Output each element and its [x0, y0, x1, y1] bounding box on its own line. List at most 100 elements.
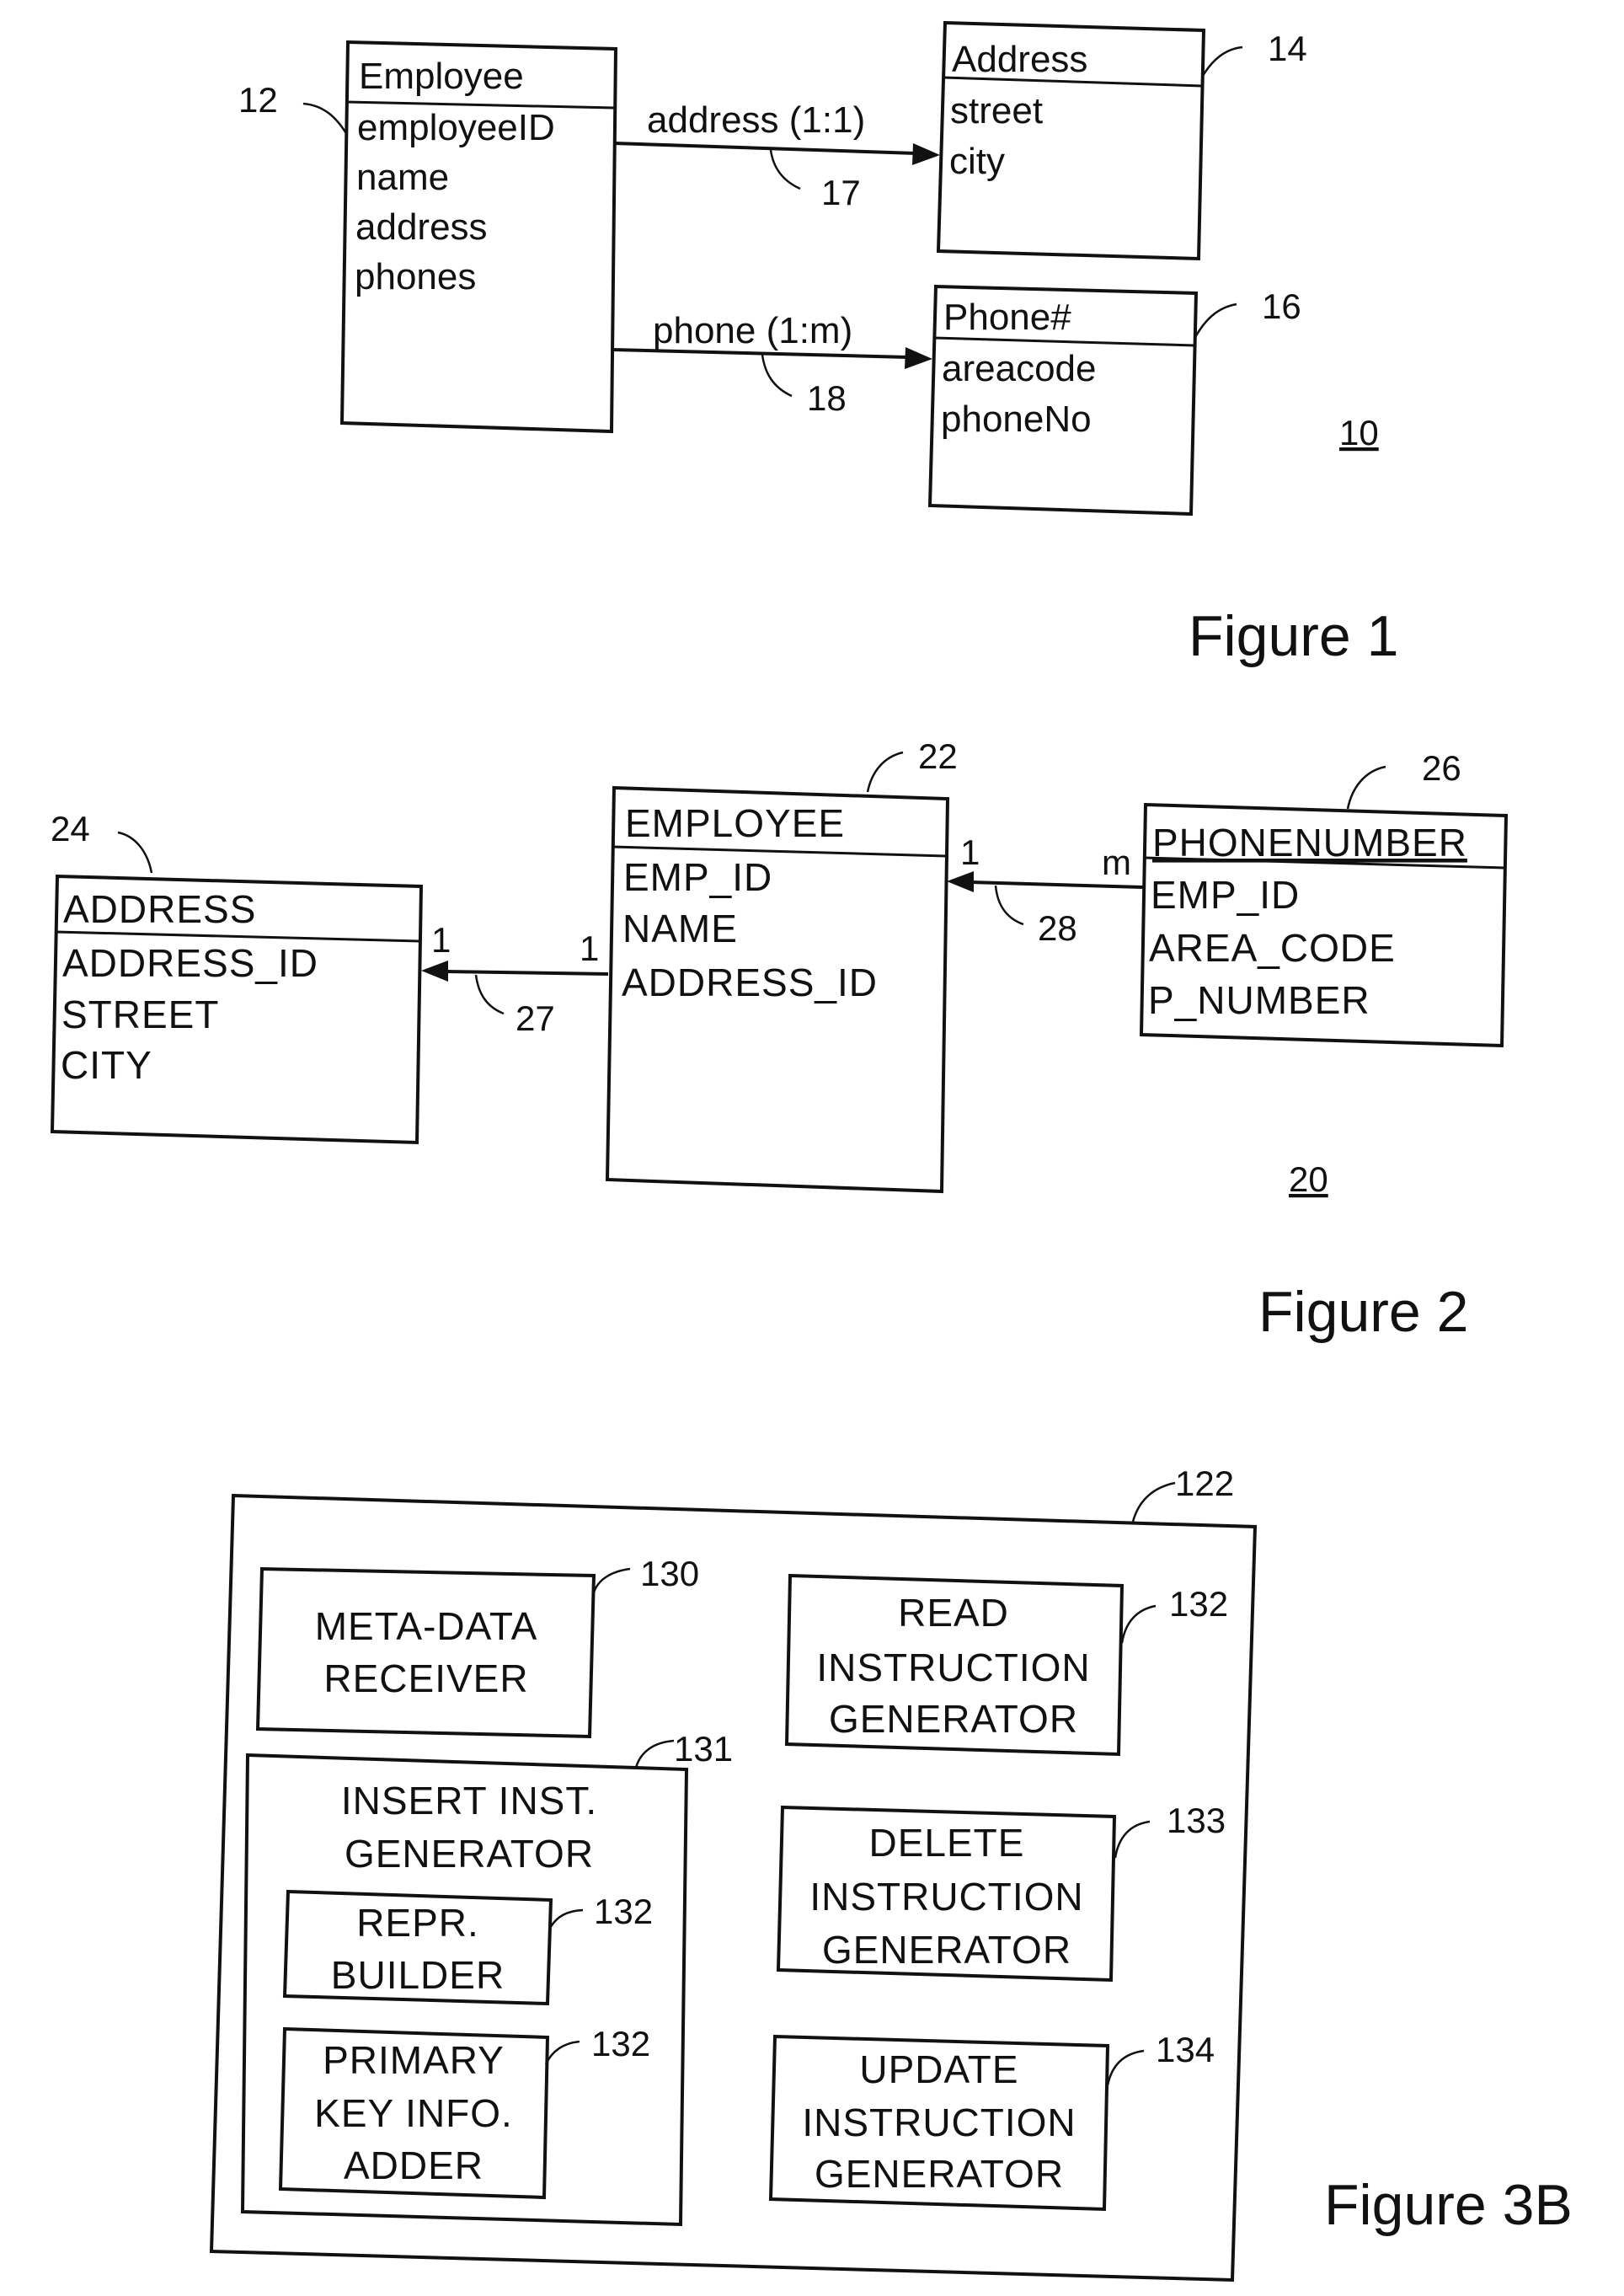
figure-3b: 122 META-DATA RECEIVER 130 INSERT INST. …	[209, 1464, 1573, 2283]
module-read-generator-label: GENERATOR	[829, 1697, 1078, 1741]
entity-employee-field: address	[355, 206, 488, 248]
entity-phone-field: areacode	[942, 348, 1096, 389]
table-address: ADDRESS ADDRESS_ID STREET CITY 24	[50, 809, 424, 1145]
module-update-generator-label: GENERATOR	[815, 2152, 1064, 2196]
entity-address-field: street	[950, 90, 1043, 131]
relation-employee-address: 1 1 27	[421, 920, 609, 1038]
relation-address-label: address (1:1)	[647, 99, 865, 141]
table-phonenumber: PHONENUMBER EMP_ID AREA_CODE P_NUMBER 26	[1139, 748, 1509, 1048]
leader-line-12	[302, 102, 349, 136]
module-primary-key-adder-label: PRIMARY	[323, 2038, 505, 2082]
leader-line-18	[761, 354, 793, 398]
module-metadata-receiver-label: RECEIVER	[323, 1656, 528, 1700]
ref-label-22: 22	[918, 736, 958, 776]
module-metadata-receiver-label: META-DATA	[315, 1604, 538, 1648]
module-read-generator-label: READ	[898, 1591, 1009, 1635]
module-update-generator-label: INSTRUCTION	[802, 2101, 1076, 2144]
arrowhead-icon	[905, 347, 932, 369]
entity-phone-title: Phone#	[943, 297, 1071, 338]
figure-2-caption: Figure 2	[1258, 1280, 1468, 1344]
leader-line-26	[1346, 765, 1386, 810]
arrowhead-icon	[912, 143, 940, 165]
module-repr-builder-label: REPR.	[356, 1901, 479, 1945]
relation-address-line	[613, 142, 917, 155]
entity-employee: Employee employeeID name address phones …	[238, 40, 618, 434]
entity-employee-title: Employee	[359, 56, 524, 97]
table-address-column: STREET	[61, 993, 219, 1036]
relation-phone: phone (1:m) 18	[612, 310, 932, 418]
module-primary-key-adder-label: ADDER	[344, 2143, 483, 2187]
table-employee: EMPLOYEE EMP_ID NAME ADDRESS_ID 22	[605, 736, 958, 1194]
ref-label-16: 16	[1262, 286, 1301, 326]
ref-label-133: 133	[1167, 1801, 1226, 1840]
ref-label-130: 130	[640, 1554, 699, 1593]
entity-address-title: Address	[952, 39, 1087, 80]
ref-label-132: 132	[594, 1892, 653, 1931]
ref-label-12: 12	[238, 80, 278, 120]
ref-label-132: 132	[1169, 1584, 1228, 1624]
leader-line-17	[769, 149, 801, 190]
table-employee-column: EMP_ID	[623, 855, 772, 899]
figure-1: Employee employeeID name address phones …	[238, 20, 1398, 668]
entity-phone: Phone# areacode phoneNo 16	[927, 284, 1301, 516]
ref-label-122: 122	[1175, 1464, 1234, 1503]
arrowhead-icon	[421, 961, 448, 982]
cardinality-label: m	[1102, 843, 1131, 882]
ref-label-132: 132	[591, 2024, 650, 2063]
module-delete-generator-label: DELETE	[869, 1821, 1025, 1865]
ref-label-17: 17	[821, 173, 861, 212]
figure-1-caption: Figure 1	[1189, 604, 1398, 668]
entity-phone-field: phoneNo	[941, 399, 1092, 440]
leader-line-24	[117, 831, 153, 874]
table-phonenumber-column: EMP_ID	[1151, 873, 1300, 917]
leader-line-122	[1131, 1481, 1176, 1523]
module-primary-key-adder-label: KEY INFO.	[314, 2091, 513, 2135]
table-employee-column: NAME	[622, 907, 738, 950]
leader-line-16	[1193, 302, 1237, 340]
table-phonenumber-column: P_NUMBER	[1148, 978, 1370, 1022]
figure-3b-caption: Figure 3B	[1324, 2173, 1573, 2237]
leader-line-22	[866, 751, 904, 793]
table-phonenumber-column: AREA_CODE	[1149, 926, 1396, 970]
entity-employee-field: employeeID	[357, 107, 555, 148]
ref-label-14: 14	[1268, 29, 1307, 68]
entity-address: Address street city 14	[936, 20, 1307, 261]
entity-address-field: city	[949, 141, 1005, 182]
cardinality-label: 1	[431, 920, 451, 960]
ref-label-26: 26	[1422, 748, 1461, 788]
module-delete-generator-label: INSTRUCTION	[809, 1875, 1083, 1919]
table-phonenumber-title: PHONENUMBER	[1152, 821, 1467, 864]
module-update-generator-label: UPDATE	[859, 2047, 1018, 2091]
module-metadata-receiver-box	[255, 1566, 596, 1739]
table-address-title: ADDRESS	[63, 887, 256, 931]
table-address-column: CITY	[61, 1043, 152, 1087]
module-insert-generator: INSERT INST. GENERATOR 131 REPR. BUILDER…	[240, 1729, 733, 2227]
leader-line-27	[474, 974, 505, 1015]
module-insert-generator-label: INSERT INST.	[341, 1779, 597, 1822]
diagram-ref-10: 10	[1339, 413, 1379, 452]
diagram-ref-20: 20	[1289, 1159, 1328, 1199]
figure-2: ADDRESS ADDRESS_ID STREET CITY 24 EMPLOY…	[50, 736, 1509, 1344]
patent-drawing-sheet: Employee employeeID name address phones …	[50, 20, 1573, 2283]
module-read-generator-label: INSTRUCTION	[816, 1646, 1090, 1689]
ref-label-27: 27	[516, 998, 555, 1038]
ref-label-134: 134	[1156, 2030, 1215, 2069]
table-address-column: ADDRESS_ID	[62, 941, 318, 985]
entity-employee-field: name	[356, 157, 449, 198]
leader-line-14	[1201, 45, 1243, 77]
module-delete-generator-label: GENERATOR	[822, 1928, 1071, 1972]
leader-line-28	[994, 885, 1024, 926]
table-employee-column: ADDRESS_ID	[622, 961, 878, 1004]
relation-27-line	[444, 970, 609, 976]
table-employee-title: EMPLOYEE	[625, 801, 845, 845]
ref-label-131: 131	[674, 1729, 733, 1769]
module-repr-builder-label: BUILDER	[331, 1953, 505, 1997]
ref-label-28: 28	[1038, 908, 1077, 948]
arrowhead-icon	[947, 871, 974, 892]
cardinality-label: 1	[960, 832, 980, 872]
entity-employee-field: phones	[355, 256, 476, 297]
relation-phonenumber-employee: 1 m 28	[947, 832, 1144, 948]
relation-address: address (1:1) 17	[613, 99, 940, 212]
cardinality-label: 1	[580, 929, 599, 968]
ref-label-24: 24	[51, 809, 90, 848]
